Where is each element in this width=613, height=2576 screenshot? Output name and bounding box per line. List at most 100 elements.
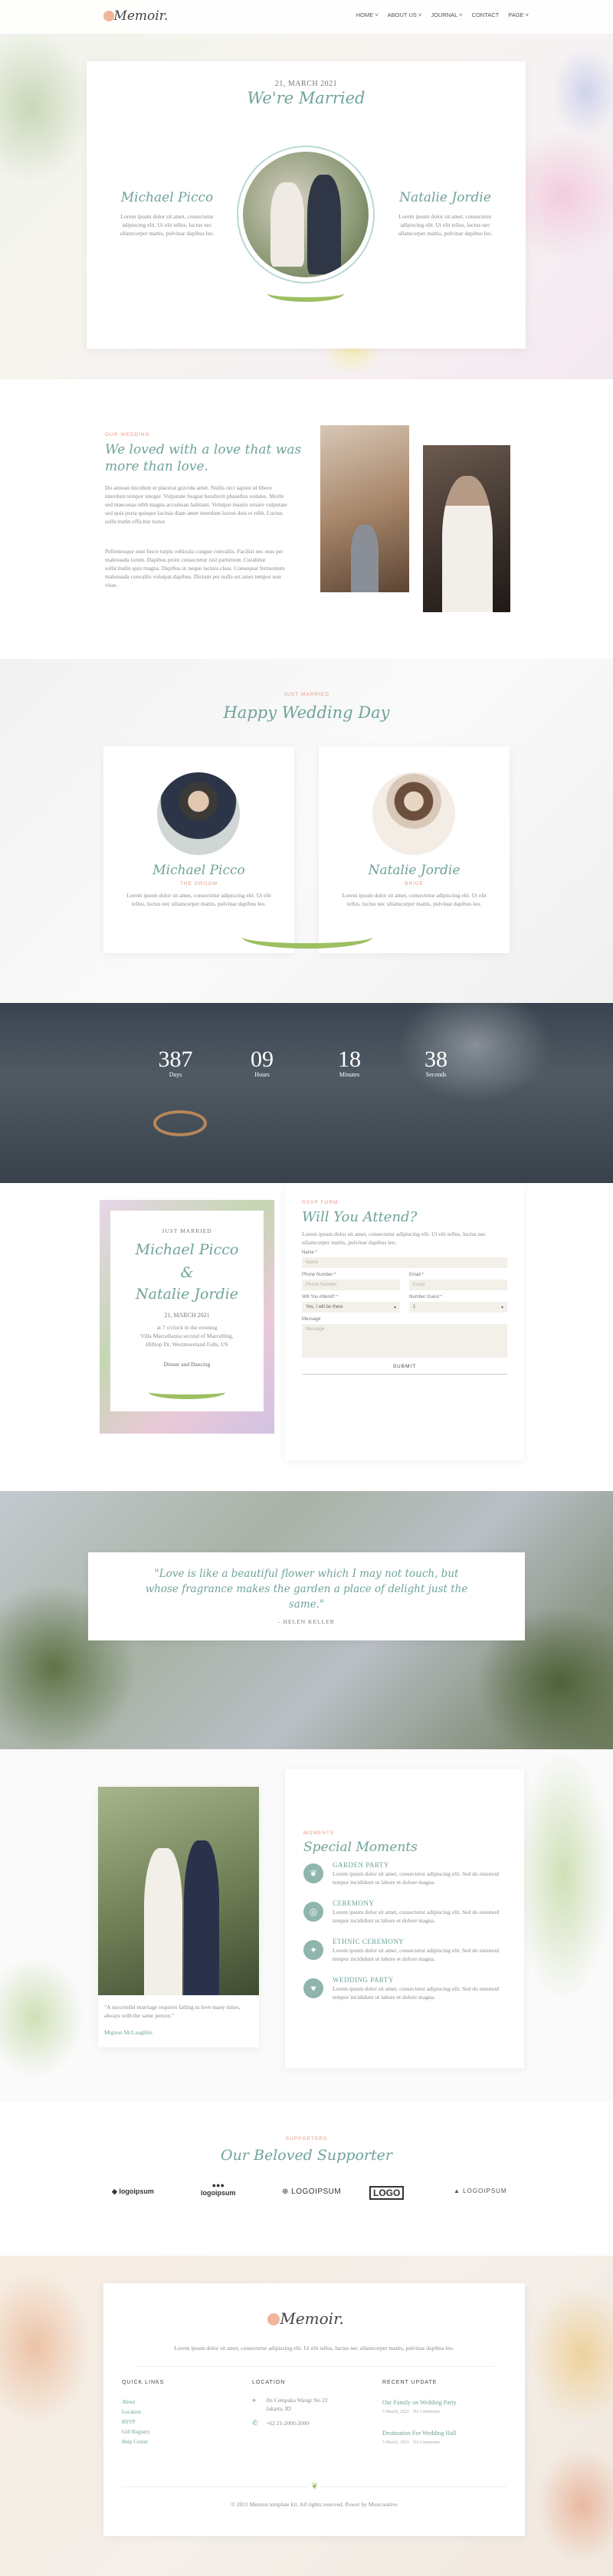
sponsor-logo-text: logoipsum xyxy=(119,2188,154,2195)
rings-icon: ◎ xyxy=(303,1902,323,1922)
leaf-icon: ❦ xyxy=(309,2481,321,2491)
sponsor-logo-5[interactable]: ▲ LOGOIPSUM xyxy=(454,2188,507,2194)
footer-link-location[interactable]: Location xyxy=(122,2409,141,2415)
couple-label: JUST MARRIED xyxy=(284,692,329,697)
leaf-decoration xyxy=(0,1956,84,2079)
attend-select[interactable]: Yes, I will be there ▾ xyxy=(302,1302,400,1313)
footer-link-help-center[interactable]: Help Center xyxy=(122,2439,148,2445)
quote-line-3: same." xyxy=(288,1598,325,1611)
couple-wedding-photo xyxy=(98,1787,259,1995)
message-textarea[interactable]: Message xyxy=(302,1324,507,1358)
invitation-name-2: Natalie Jordie xyxy=(136,1286,238,1303)
invitation-line-3: Hilltop Dr, Westmoreland Falls, US xyxy=(146,1341,228,1348)
sponsor-logo-1[interactable]: ◆ logoipsum xyxy=(112,2188,154,2196)
quote-card: "Love is like a beautiful flower which I… xyxy=(88,1552,525,1640)
invitation-floral-frame: JUST MARRIED Michael Picco & Natalie Jor… xyxy=(100,1200,274,1434)
phone-label: Phone Number * xyxy=(302,1273,336,1277)
moments-photo-card: "A successful marriage requires falling … xyxy=(98,1787,259,2047)
moments-title: Special Moments xyxy=(303,1840,418,1855)
hours-value: 09 xyxy=(251,1047,274,1072)
moment-text: Lorem ipsum dolor sit amet, consectetur … xyxy=(333,1909,500,1924)
bride-card-name: Natalie Jordie xyxy=(368,863,461,878)
leaf-icon: ❦ xyxy=(303,1863,323,1883)
footer-link-rsvp[interactable]: RSVP xyxy=(122,2419,136,2425)
submit-button[interactable]: SUBMIT xyxy=(302,1364,507,1375)
supporters-title: Our Beloved Supporter xyxy=(221,2147,392,2164)
phone-icon: ✆ xyxy=(252,2419,258,2427)
footer-logo[interactable]: Memoir. xyxy=(267,2309,344,2328)
footer-link-about[interactable]: About xyxy=(122,2399,136,2405)
moment-text: Lorem ipsum dolor sit amet, consectetur … xyxy=(333,1947,500,1962)
leaf-garland xyxy=(149,1385,225,1399)
couple-title: Happy Wedding Day xyxy=(223,703,390,722)
moment-text: Lorem ipsum dolor sit amet, consectetur … xyxy=(333,1870,500,1886)
nav-about[interactable]: ABOUT US ˅ xyxy=(388,11,422,18)
photo-figure xyxy=(351,525,379,592)
invitation-amp: & xyxy=(180,1264,194,1281)
sponsor-logo-4[interactable]: LOGO xyxy=(369,2186,405,2200)
days-value: 387 xyxy=(158,1047,193,1072)
story-title-line2: more than love. xyxy=(105,459,208,474)
email-label: Email * xyxy=(409,1273,425,1277)
groom-card: Michael Picco THE GROOM Lorem ipsum dolo… xyxy=(103,746,294,953)
name-input[interactable]: Name xyxy=(302,1257,507,1268)
name-label: Name * xyxy=(302,1250,318,1255)
couple-photo xyxy=(243,152,369,277)
moment-title: ETHNIC CEREMONY xyxy=(333,1938,405,1945)
rings-decoration xyxy=(153,1110,207,1136)
attend-label: Will You Attend? * xyxy=(302,1295,339,1299)
bride-card-text: Lorem ipsum dolor sit amet, consectetur … xyxy=(342,892,487,907)
bride-card: Natalie Jordie BRIDE Lorem ipsum dolor s… xyxy=(319,746,510,953)
nav-home[interactable]: HOME ˅ xyxy=(356,11,379,18)
address-line-2: Jakarta, ID xyxy=(266,2405,291,2412)
phone-input[interactable]: Phone Number xyxy=(302,1280,400,1290)
update-post-link[interactable]: Destination For Wedding Hall xyxy=(382,2430,456,2437)
moment-title: GARDEN PARTY xyxy=(333,1861,389,1869)
moment-text: Lorem ipsum dolor sit amet, consectetur … xyxy=(333,1985,500,2001)
rsvp-section: JUST MARRIED Michael Picco & Natalie Jor… xyxy=(0,1183,613,1491)
logo-sun-icon xyxy=(267,2313,280,2325)
nav-contact[interactable]: CONTACT xyxy=(472,11,500,18)
seconds-label: Seconds xyxy=(425,1071,447,1078)
chevron-down-icon: ▾ xyxy=(393,1306,396,1310)
photo-figure xyxy=(442,476,493,612)
leaf-garland xyxy=(242,926,372,949)
moment-title: CEREMONY xyxy=(333,1899,375,1907)
story-paragraph-2: Pellentesque sunt fusce turpis vehicula … xyxy=(105,548,285,588)
leaf-decoration xyxy=(529,2286,613,2424)
nav-journal[interactable]: JOURNAL ˅ xyxy=(431,11,462,18)
main-nav: HOME ˅ ABOUT US ˅ JOURNAL ˅ CONTACT PAGE… xyxy=(356,11,529,18)
hero-section: 21, MARCH 2021 We're Married Michael Pic… xyxy=(0,0,613,379)
bride-name: Natalie Jordie xyxy=(399,190,491,205)
groom-role: THE GROOM xyxy=(179,881,218,887)
sponsor-logo-2[interactable]: ●●● logoipsum xyxy=(201,2181,236,2197)
leaf-decoration xyxy=(513,1749,613,2002)
update-post-link[interactable]: Our Family on Wedding Party xyxy=(382,2399,457,2406)
bride-figure xyxy=(270,182,304,267)
divider xyxy=(134,2366,494,2367)
story-photo-couple xyxy=(320,425,409,592)
location-title: LOCATION xyxy=(252,2380,286,2385)
nav-page[interactable]: PAGE ˅ xyxy=(508,11,529,18)
copyright: © 2021 Memoir template kit. All rights r… xyxy=(231,2501,398,2508)
countdown-hours: 09 Hours xyxy=(235,1047,289,1078)
countdown-section: 387 Days 09 Hours 18 Minutes 38 Seconds xyxy=(0,1003,613,1183)
hours-label: Hours xyxy=(254,1071,270,1078)
moments-label: MOMENTS xyxy=(303,1830,335,1836)
sponsor-logo-3[interactable]: ⊕ LOGOIPSUM xyxy=(282,2188,341,2196)
couple-section: JUST MARRIED Happy Wedding Day Michael P… xyxy=(0,659,613,1003)
logo-sun-icon xyxy=(103,11,114,21)
light-bulb-icon: ✦ xyxy=(303,1940,323,1960)
moments-caption: "A successful marriage requires falling … xyxy=(104,2004,241,2019)
email-input[interactable]: Email xyxy=(409,1280,507,1290)
address-line-1: Jln Cempaka Wangi No 22 xyxy=(266,2397,328,2404)
brand-logo[interactable]: Memoir. xyxy=(103,8,168,24)
moment-title: WEDDING PARTY xyxy=(333,1976,394,1984)
quote-line-1: "Love is like a beautiful flower which I… xyxy=(154,1568,459,1580)
attend-value: Yes, I will be there xyxy=(306,1305,343,1309)
guests-select[interactable]: 1 ▾ xyxy=(409,1302,507,1313)
footer-link-gift-registry[interactable]: Gift Registry xyxy=(122,2429,150,2435)
moments-caption-author: Mignon McLaughlin xyxy=(104,2029,152,2036)
groom-card-text: Lorem ipsum dolor sit amet, consectetur … xyxy=(126,892,271,907)
location-pin-icon: ⌖ xyxy=(252,2397,257,2404)
